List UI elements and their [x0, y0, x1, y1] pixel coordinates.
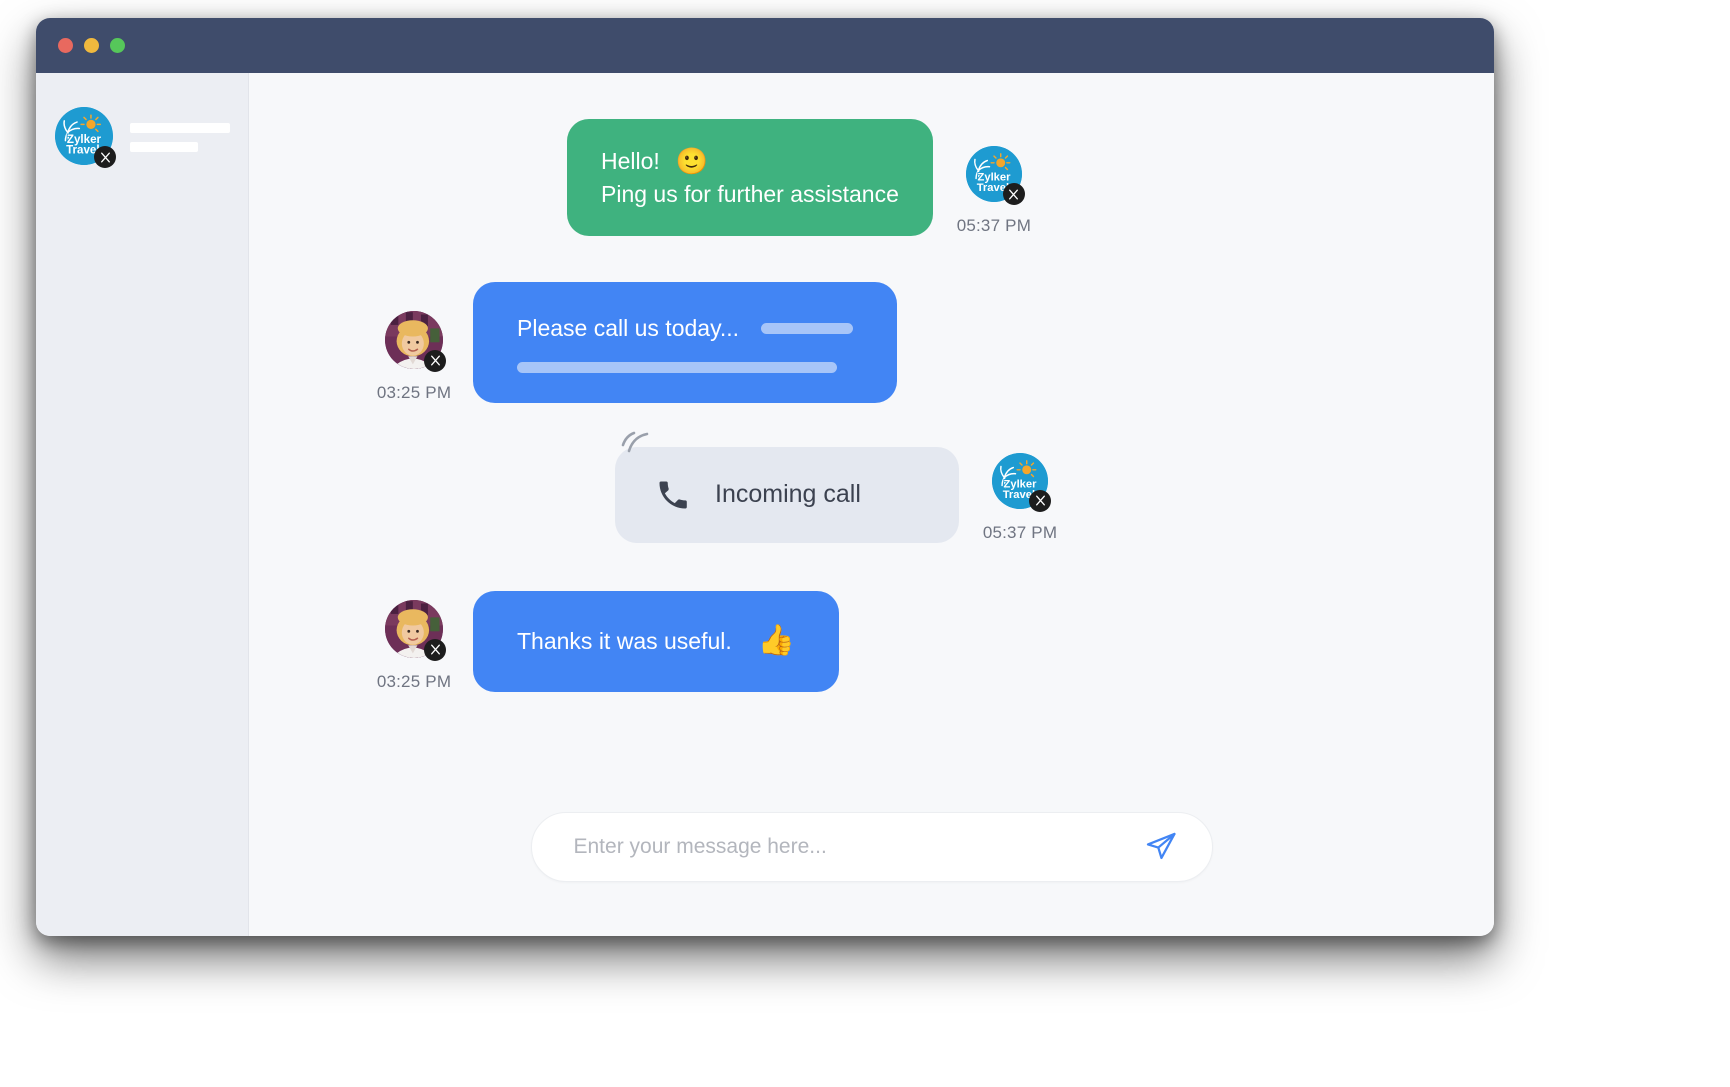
- message-row-incoming-call: Incoming call Zylker Travel 05:37 PM: [305, 431, 1438, 543]
- message-row-thanks: 03:25 PM Thanks it was useful. 👍: [305, 590, 1438, 692]
- message-timestamp: 03:25 PM: [376, 671, 452, 691]
- message-meta-hello: Zylker Travel 05:37 PM: [957, 146, 1031, 236]
- message-meta-incoming-call: Zylker Travel 05:37 PM: [982, 452, 1058, 543]
- avatar: Zylker Travel: [992, 452, 1051, 512]
- message-composer: [249, 812, 1494, 936]
- send-paper-plane-icon: [1144, 830, 1178, 864]
- message-meta-please-call: 03:25 PM: [376, 310, 452, 403]
- placeholder-bar-long: [517, 361, 837, 373]
- slightly-smiling-face-emoji: 🙂: [675, 146, 709, 177]
- message-text-please-call: Please call us today...: [517, 315, 740, 342]
- message-text-incoming-call: Incoming call: [715, 480, 861, 509]
- message-line-1: Hello! 🙂: [601, 145, 899, 178]
- message-text-thanks: Thanks it was useful.: [517, 627, 732, 654]
- message-input[interactable]: [573, 835, 1140, 859]
- x-badge-icon: [94, 146, 116, 168]
- message-timestamp: 05:37 PM: [956, 216, 1032, 236]
- sidebar-placeholder-line-1: [130, 122, 230, 133]
- placeholder-bar-short: [761, 323, 854, 335]
- thumbs-up-emoji: 👍: [757, 624, 796, 658]
- message-row-hello: Hello! 🙂 Ping us for further assistance: [305, 119, 1438, 237]
- message-row-please-call: 03:25 PM Please call us today...: [305, 282, 1438, 403]
- avatar: [385, 599, 446, 661]
- avatar: [385, 310, 446, 372]
- minimize-button[interactable]: [84, 38, 99, 53]
- message-timestamp: 03:25 PM: [376, 382, 452, 402]
- sidebar-placeholder-line-2: [130, 141, 198, 152]
- close-button[interactable]: [58, 38, 73, 53]
- x-badge-icon: [424, 638, 446, 661]
- sidebar-placeholder-lines: [130, 121, 230, 152]
- window-titlebar: [36, 18, 1494, 73]
- message-line-1: Thanks it was useful. 👍: [517, 625, 795, 658]
- message-bubble-please-call[interactable]: Please call us today...: [473, 282, 898, 403]
- x-badge-icon: [1029, 489, 1051, 512]
- message-bubble-hello[interactable]: Hello! 🙂 Ping us for further assistance: [567, 119, 933, 237]
- avatar: Zylker Travel: [965, 146, 1025, 206]
- sidebar: Zylker Travel: [36, 73, 249, 936]
- message-line-1: Please call us today...: [517, 312, 854, 345]
- message-text-hello: Hello!: [601, 148, 660, 174]
- sidebar-contact-header[interactable]: Zylker Travel: [36, 107, 248, 168]
- message-list: Hello! 🙂 Ping us for further assistance: [249, 73, 1494, 812]
- message-bubble-thanks[interactable]: Thanks it was useful. 👍: [473, 590, 840, 692]
- chat-panel: Hello! 🙂 Ping us for further assistance: [249, 73, 1494, 936]
- message-input-wrapper[interactable]: [530, 812, 1213, 882]
- avatar: Zylker Travel: [55, 107, 116, 168]
- maximize-button[interactable]: [110, 38, 125, 53]
- window-body: Zylker Travel Hello! 🙂 Ping us for furth…: [36, 73, 1494, 936]
- x-badge-icon: [424, 349, 446, 372]
- message-bubble-incoming-call[interactable]: Incoming call: [615, 431, 959, 543]
- ringing-arcs-icon: [621, 431, 649, 453]
- send-button[interactable]: [1140, 826, 1182, 868]
- phone-icon: [655, 477, 691, 513]
- message-meta-thanks: 03:25 PM: [376, 599, 452, 692]
- app-window: Zylker Travel Hello! 🙂 Ping us for furth…: [36, 18, 1494, 936]
- message-text-ping: Ping us for further assistance: [601, 180, 899, 207]
- x-badge-icon: [1002, 183, 1025, 206]
- message-timestamp: 05:37 PM: [982, 522, 1058, 542]
